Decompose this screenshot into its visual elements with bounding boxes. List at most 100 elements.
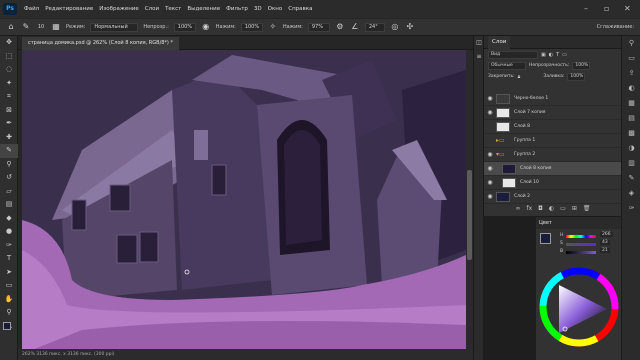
maximize-icon[interactable]: ▫	[604, 4, 609, 13]
filter-adjust-icon[interactable]: ◐	[549, 52, 553, 58]
new-group-icon[interactable]: ▭	[560, 205, 566, 212]
gradients-panel-icon[interactable]: ▤	[622, 111, 640, 126]
angle-field[interactable]: 24°	[364, 22, 385, 32]
quick-select-tool-icon[interactable]: ✦	[0, 77, 18, 91]
brush-settings-icon[interactable]: ▦	[51, 22, 61, 32]
brushes-panel-icon[interactable]: ✎	[622, 171, 640, 186]
eye-icon[interactable]: ◉	[484, 165, 496, 172]
layer-row[interactable]: Слой 8	[484, 120, 622, 134]
gradient-tool-icon[interactable]: ▤	[0, 198, 18, 212]
eye-icon[interactable]: ◉	[484, 179, 496, 186]
stamp-tool-icon[interactable]: ⚲	[0, 158, 18, 172]
add-mask-icon[interactable]: ◘	[538, 205, 543, 212]
menu-select[interactable]: Выделение	[184, 6, 223, 12]
pressure-opacity-icon[interactable]: ◉	[201, 22, 211, 32]
current-color-swatch[interactable]	[540, 233, 551, 244]
tab-color[interactable]: Цвет	[536, 217, 621, 229]
menu-window[interactable]: Окно	[265, 6, 286, 12]
menu-layers[interactable]: Слои	[142, 6, 162, 12]
link-layers-icon[interactable]: ∞	[516, 205, 521, 212]
libraries-panel-icon[interactable]: ▥	[622, 156, 640, 171]
eraser-tool-icon[interactable]: ▱	[0, 185, 18, 199]
foreground-color-swatch[interactable]	[3, 322, 11, 330]
vertical-scrollbar[interactable]	[466, 50, 473, 349]
layer-filter-select[interactable]: Вид	[488, 50, 538, 59]
menu-help[interactable]: Справка	[285, 6, 315, 12]
dodge-tool-icon[interactable]: ●	[0, 225, 18, 239]
layer-row[interactable]: ◉ Слой 10	[484, 176, 622, 190]
search-icon[interactable]: ⚲	[622, 36, 640, 51]
type-tool-icon[interactable]: T	[0, 252, 18, 266]
angle-icon[interactable]: ∠	[350, 22, 360, 32]
blur-tool-icon[interactable]: ◆	[0, 212, 18, 226]
opacity-field[interactable]: 100%	[173, 22, 196, 32]
layer-row[interactable]: ◉ Слой 7 копия	[484, 106, 622, 120]
adjustments-panel-icon[interactable]: ◑	[622, 141, 640, 156]
saturation-slider[interactable]	[566, 243, 596, 246]
b-value[interactable]: 21	[600, 248, 610, 253]
menu-text[interactable]: Текст	[162, 6, 184, 12]
channels-panel-icon[interactable]: ◈	[622, 186, 640, 201]
home-icon[interactable]: ⌂	[6, 22, 16, 32]
airbrush-icon[interactable]: ✧	[268, 22, 278, 32]
hue-slider[interactable]	[566, 235, 596, 238]
layer-opacity-field[interactable]: 100%	[572, 61, 591, 70]
trash-icon[interactable]: 🗑︎	[583, 205, 591, 212]
layer-style-icon[interactable]: fx	[527, 205, 533, 212]
layer-group-row[interactable]: ▸▭ Группа 1	[484, 134, 622, 148]
history-brush-icon[interactable]: ↺	[0, 171, 18, 185]
smoothing-settings-icon[interactable]: ⚙	[335, 22, 345, 32]
layer-row[interactable]: ◉ Черно-белое 1	[484, 92, 622, 106]
filter-type-icon[interactable]: T	[556, 52, 559, 58]
adjustment-layer-icon[interactable]: ◐	[549, 205, 554, 212]
new-layer-icon[interactable]: ⊞	[572, 205, 577, 212]
eye-icon[interactable]: ◉	[484, 151, 496, 158]
layer-fill-field[interactable]: 100%	[567, 72, 586, 81]
menu-image[interactable]: Изображение	[96, 6, 142, 12]
share-icon[interactable]: ⇪	[622, 66, 640, 81]
mode-select[interactable]: Нормальный	[90, 22, 139, 32]
lasso-tool-icon[interactable]: ◌	[0, 63, 18, 77]
eye-icon[interactable]: ◉	[484, 109, 496, 116]
eye-icon[interactable]: ◉	[484, 95, 496, 102]
color-panel-icon[interactable]: ◐	[622, 81, 640, 96]
pen-tool-icon[interactable]: ✑	[0, 239, 18, 253]
menu-file[interactable]: Файл	[21, 6, 42, 12]
document-tab[interactable]: страница домика.psd @ 262% (Слой 8 копия…	[22, 37, 179, 50]
smoothing-field[interactable]: 97%	[307, 22, 330, 32]
zoom-tool-icon[interactable]: ⚲	[0, 306, 18, 320]
workspace-icon[interactable]: ▭	[622, 51, 640, 66]
close-icon[interactable]: ✕	[624, 4, 631, 13]
eye-icon[interactable]: ◉	[484, 193, 496, 200]
color-wheel[interactable]	[539, 267, 619, 347]
hand-tool-icon[interactable]: ✋	[0, 293, 18, 307]
minimize-icon[interactable]: –	[584, 4, 588, 13]
filter-pixel-icon[interactable]: ▣	[541, 52, 546, 58]
path-select-tool-icon[interactable]: ➤	[0, 266, 18, 280]
menu-3d[interactable]: 3D	[251, 6, 265, 12]
tab-layers[interactable]: Слои	[488, 36, 511, 49]
s-value[interactable]: 43	[600, 240, 610, 245]
scrollbar-thumb[interactable]	[467, 170, 472, 260]
blend-mode-select[interactable]: Обычные	[488, 61, 526, 70]
marquee-tool-icon[interactable]: ⬚	[0, 50, 18, 64]
pressure-size-icon[interactable]: ◎	[390, 22, 400, 32]
patterns-panel-icon[interactable]: ▩	[622, 126, 640, 141]
brush-tool-icon[interactable]: ✎	[0, 144, 18, 158]
move-tool-icon[interactable]: ✥	[0, 36, 18, 50]
brightness-slider[interactable]	[566, 251, 596, 254]
canvas[interactable]	[22, 50, 466, 354]
filter-shape-icon[interactable]: ▭	[562, 52, 567, 58]
crop-tool-icon[interactable]: ⌗	[0, 90, 18, 104]
brush-size-value[interactable]: 10	[36, 22, 46, 32]
eyedropper-tool-icon[interactable]: ✒	[0, 117, 18, 131]
h-value[interactable]: 266	[600, 232, 613, 237]
layer-row-selected[interactable]: ◉ Слой 8 копия	[484, 162, 622, 176]
lock-icon[interactable]: 🔒︎	[518, 74, 521, 80]
menu-edit[interactable]: Редактирование	[42, 6, 96, 12]
swatches-panel-icon[interactable]: ▦	[622, 96, 640, 111]
flow-field[interactable]: 100%	[240, 22, 263, 32]
shape-tool-icon[interactable]: ▭	[0, 279, 18, 293]
healing-tool-icon[interactable]: ✚	[0, 131, 18, 145]
symmetry-icon[interactable]: ✣	[405, 22, 415, 32]
